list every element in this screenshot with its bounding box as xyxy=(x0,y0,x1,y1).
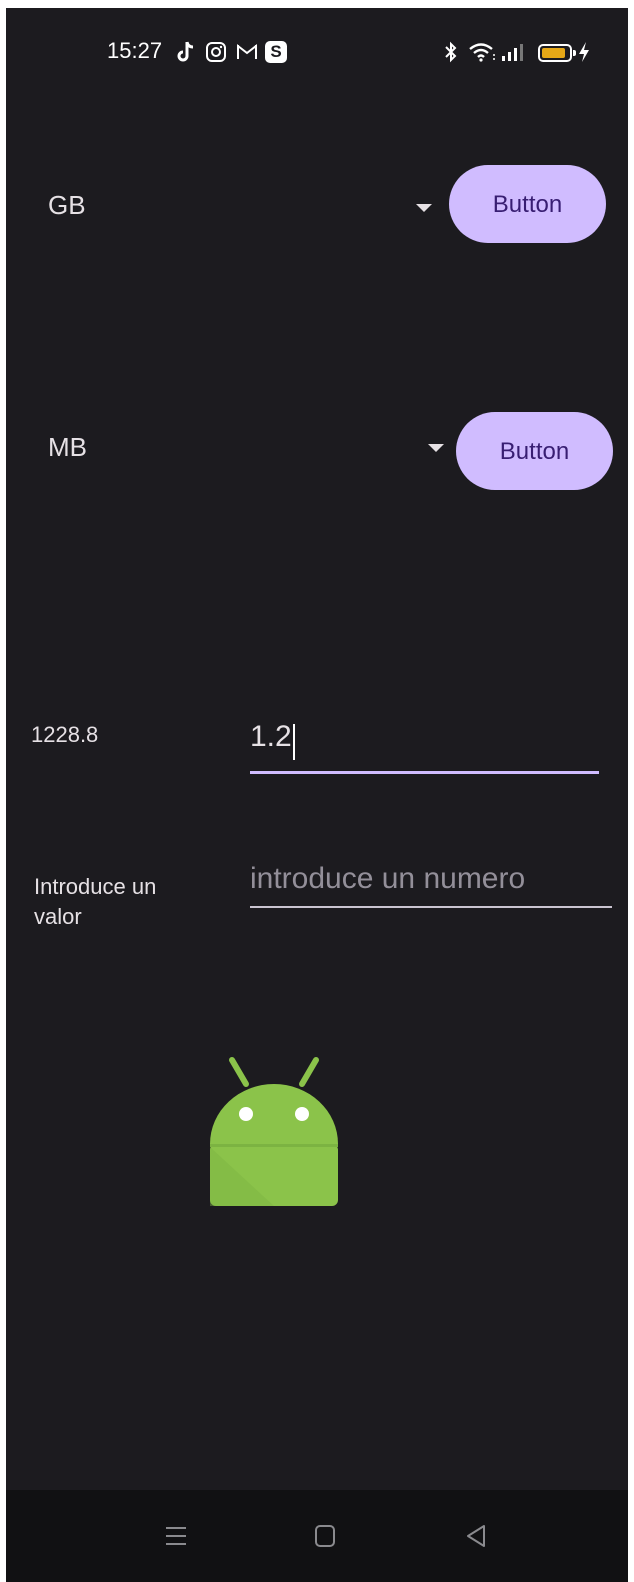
back-icon[interactable] xyxy=(458,1518,494,1554)
status-time: 15:27 xyxy=(107,38,163,63)
battery-icon xyxy=(538,44,576,62)
value-input-text: 1.2 xyxy=(250,720,292,753)
number-input[interactable] xyxy=(250,852,612,908)
value-input-underline xyxy=(250,771,599,774)
result-text: 1228.8 xyxy=(31,722,99,747)
s-app-icon: S xyxy=(265,41,287,63)
unit-spinner-to[interactable]: MB xyxy=(32,408,452,488)
convert-button-1[interactable]: Button xyxy=(449,165,606,243)
navigation-bar xyxy=(6,1490,628,1582)
prompt-label: Introduce un valor xyxy=(34,874,157,929)
dropdown-arrow-icon xyxy=(428,444,444,452)
gmail-icon xyxy=(235,40,259,64)
wifi-icon xyxy=(468,40,498,64)
app-screen: 15:27 S GB Button MB Button 1228.8 1.2 I… xyxy=(6,8,628,1582)
spinner-selected-value: MB xyxy=(48,432,87,462)
dropdown-arrow-icon xyxy=(416,204,432,212)
unit-spinner-from[interactable]: GB xyxy=(32,166,442,246)
value-input-field[interactable]: 1.2 xyxy=(250,720,295,760)
text-cursor xyxy=(292,723,295,760)
home-icon[interactable] xyxy=(307,1518,343,1554)
bluetooth-icon xyxy=(443,40,459,64)
battery-tip xyxy=(573,50,576,56)
status-bar: 15:27 S xyxy=(6,8,628,98)
charging-icon xyxy=(577,40,591,64)
tiktok-icon xyxy=(176,40,196,64)
battery-level xyxy=(542,48,565,58)
instagram-icon xyxy=(205,40,227,64)
android-robot-icon xyxy=(202,1052,342,1208)
spinner-selected-value: GB xyxy=(48,190,86,220)
signal-icon xyxy=(500,40,526,64)
convert-button-2[interactable]: Button xyxy=(456,412,613,490)
menu-icon[interactable] xyxy=(158,1518,194,1554)
